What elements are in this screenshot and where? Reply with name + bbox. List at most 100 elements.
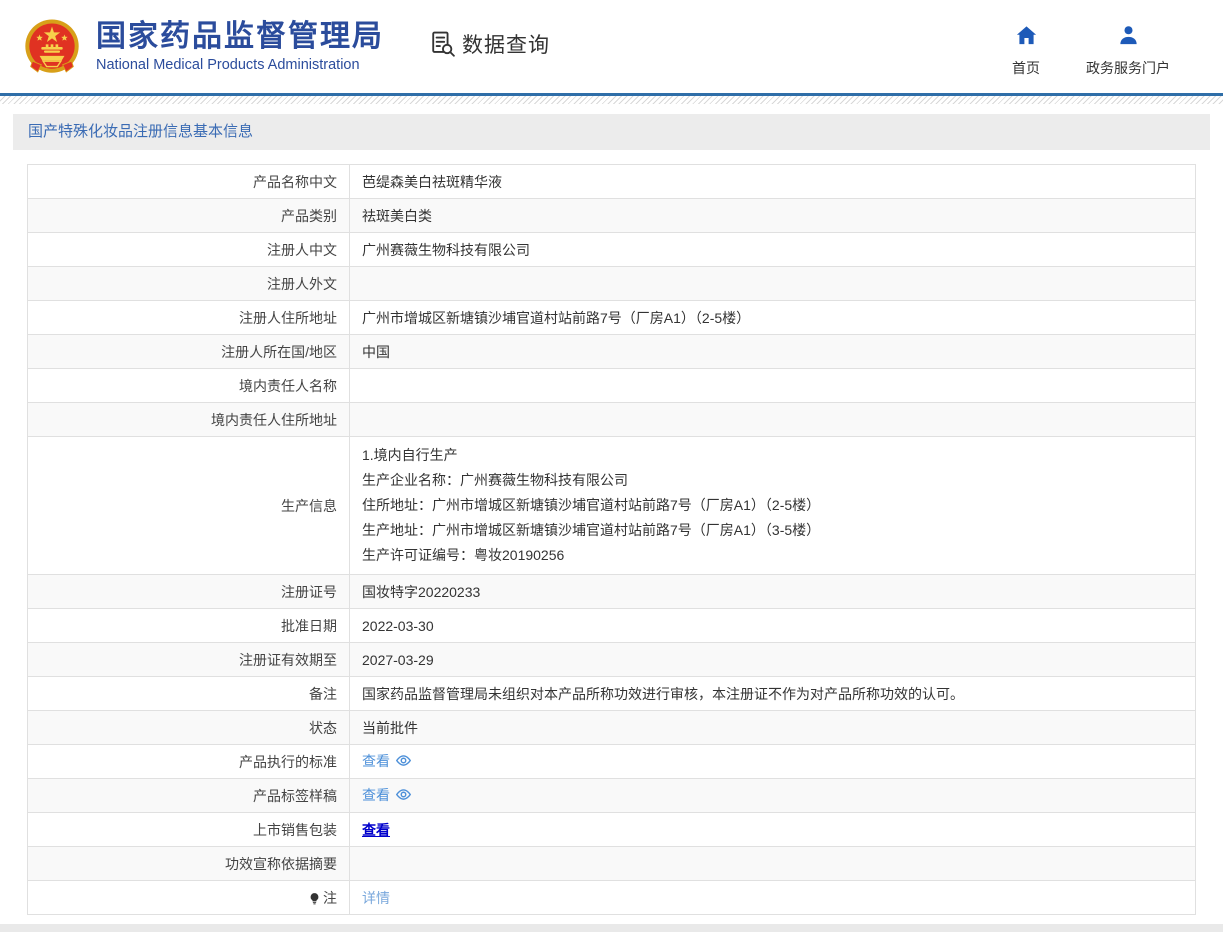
- row-label: 注册人住所地址: [27, 300, 350, 335]
- row-label: 注册人中文: [27, 232, 350, 267]
- nav-item-label: 首页: [1012, 59, 1040, 76]
- row-label: 生产信息: [27, 436, 350, 575]
- row-value: 广州赛薇生物科技有限公司: [349, 232, 1196, 267]
- diagonal-stripe-divider: [0, 96, 1223, 104]
- row-value: 2022-03-30: [349, 608, 1196, 643]
- table-row: 注册证号 国妆特字20220233: [27, 574, 1196, 609]
- row-value-text: 广州赛薇生物科技有限公司: [362, 241, 530, 258]
- row-value: 查看: [349, 778, 1196, 813]
- row-label: 注册人外文: [27, 266, 350, 301]
- eye-icon[interactable]: [395, 786, 412, 806]
- logo-block: 国家药品监督管理局 National Medical Products Admi…: [20, 15, 384, 79]
- bulb-icon: [308, 892, 321, 908]
- org-name-en: National Medical Products Administration: [96, 56, 360, 73]
- table-row: 境内责任人住所地址: [27, 402, 1196, 437]
- row-value: 详情: [349, 880, 1196, 915]
- view-link[interactable]: 查看: [362, 753, 390, 769]
- table-row: 状态 当前批件: [27, 710, 1196, 745]
- row-value-text: 祛斑美白类: [362, 207, 432, 224]
- row-label: 注册证号: [27, 574, 350, 609]
- site-header: 国家药品监督管理局 National Medical Products Admi…: [0, 0, 1223, 93]
- row-value: 2027-03-29: [349, 642, 1196, 677]
- data-query-label: 数据查询: [462, 33, 550, 57]
- row-value-text: 2022-03-30: [362, 617, 434, 634]
- page-title: 国产特殊化妆品注册信息基本信息: [13, 114, 1210, 150]
- row-value: 1.境内自行生产生产企业名称：广州赛薇生物科技有限公司住所地址：广州市增城区新塘…: [349, 436, 1196, 575]
- table-row: 注册人外文: [27, 266, 1196, 301]
- org-names: 国家药品监督管理局 National Medical Products Admi…: [96, 20, 384, 73]
- production-info-line: 生产许可证编号：粤妆20190256: [362, 547, 565, 563]
- row-value-text: 芭缇森美白祛斑精华液: [362, 173, 502, 190]
- content-panel: 国产特殊化妆品注册信息基本信息 产品名称中文 芭缇森美白祛斑精华液 产品类别 祛斑美白…: [13, 114, 1210, 915]
- row-value: [349, 402, 1196, 437]
- footer-band: [0, 924, 1223, 932]
- info-table-body: 产品名称中文 芭缇森美白祛斑精华液 产品类别 祛斑美白类 注册人中文 广州赛薇生物科技有限…: [27, 164, 1196, 915]
- row-label: 境内责任人名称: [27, 368, 350, 403]
- view-link[interactable]: 查看: [362, 787, 390, 803]
- nav-item-home[interactable]: 首页: [1012, 24, 1040, 78]
- eye-icon[interactable]: [395, 752, 412, 772]
- data-query-heading: 数据查询: [429, 29, 550, 59]
- row-value-text: 国家药品监督管理局未组织对本产品所称功效进行审核，本注册证不作为对产品所称功效的…: [362, 685, 964, 702]
- table-row: 产品执行的标准 查看: [27, 744, 1196, 779]
- row-value-text: 广州市增城区新塘镇沙埔官道村站前路7号（厂房A1）（2-5楼）: [362, 309, 751, 326]
- row-label: 产品标签样稿: [27, 778, 350, 813]
- row-label: 上市销售包装: [27, 812, 350, 847]
- table-row: 注册证有效期至 2027-03-29: [27, 642, 1196, 677]
- user-icon: [1117, 24, 1140, 52]
- row-value: 广州市增城区新塘镇沙埔官道村站前路7号（厂房A1）（2-5楼）: [349, 300, 1196, 335]
- row-label: 产品执行的标准: [27, 744, 350, 779]
- table-row: 产品类别 祛斑美白类: [27, 198, 1196, 233]
- table-row: 境内责任人名称: [27, 368, 1196, 403]
- row-value: [349, 266, 1196, 301]
- production-info-line: 1.境内自行生产: [362, 447, 458, 463]
- row-value: 中国: [349, 334, 1196, 369]
- production-info-line: 住所地址：广州市增城区新塘镇沙埔官道村站前路7号（厂房A1）（2-5楼）: [362, 497, 821, 513]
- document-search-icon: [429, 30, 456, 57]
- row-value: 国家药品监督管理局未组织对本产品所称功效进行审核，本注册证不作为对产品所称功效的…: [349, 676, 1196, 711]
- row-label: 注册人所在国/地区: [27, 334, 350, 369]
- row-value-text: 当前批件: [362, 719, 418, 736]
- row-value-text: 国妆特字20220233: [362, 583, 481, 600]
- details-link[interactable]: 详情: [362, 890, 390, 906]
- row-value: 祛斑美白类: [349, 198, 1196, 233]
- table-row: 上市销售包装 查看: [27, 812, 1196, 847]
- table-row: 注册人中文 广州赛薇生物科技有限公司: [27, 232, 1196, 267]
- registration-info-table: 产品名称中文 芭缇森美白祛斑精华液 产品类别 祛斑美白类 注册人中文 广州赛薇生物科技有限…: [27, 164, 1196, 915]
- row-value: 查看: [349, 744, 1196, 779]
- table-row: 注详情: [27, 880, 1196, 915]
- table-row: 注册人住所地址 广州市增城区新塘镇沙埔官道村站前路7号（厂房A1）（2-5楼）: [27, 300, 1196, 335]
- row-label: 功效宣称依据摘要: [27, 846, 350, 881]
- production-info-line: 生产企业名称：广州赛薇生物科技有限公司: [362, 472, 628, 488]
- row-value: 国妆特字20220233: [349, 574, 1196, 609]
- row-label: 注: [27, 880, 350, 915]
- row-value: 查看: [349, 812, 1196, 847]
- table-row: 产品名称中文 芭缇森美白祛斑精华液: [27, 164, 1196, 199]
- nav-item-service-portal[interactable]: 政务服务门户: [1086, 24, 1170, 78]
- view-link-visited[interactable]: 查看: [362, 822, 390, 838]
- nav-item-label: 政务服务门户: [1086, 59, 1170, 76]
- row-value: [349, 368, 1196, 403]
- row-value: [349, 846, 1196, 881]
- table-row: 生产信息 1.境内自行生产 生产企业名称：广州赛薇生物科技有限公司 住所地址：广州市增…: [27, 436, 1196, 575]
- row-value: 当前批件: [349, 710, 1196, 745]
- row-label: 注册证有效期至: [27, 642, 350, 677]
- row-label: 产品类别: [27, 198, 350, 233]
- row-label: 备注: [27, 676, 350, 711]
- table-row: 备注 国家药品监督管理局未组织对本产品所称功效进行审核，本注册证不作为对产品所称功…: [27, 676, 1196, 711]
- table-row: 注册人所在国/地区 中国: [27, 334, 1196, 369]
- header-nav: 首页 政务服务门户: [1012, 16, 1170, 78]
- national-emblem-logo: [20, 15, 84, 79]
- row-label: 境内责任人住所地址: [27, 402, 350, 437]
- production-info-line: 生产地址：广州市增城区新塘镇沙埔官道村站前路7号（厂房A1）（3-5楼）: [362, 522, 821, 538]
- table-row: 产品标签样稿 查看: [27, 778, 1196, 813]
- home-icon: [1015, 24, 1038, 52]
- row-label: 状态: [27, 710, 350, 745]
- table-row: 批准日期 2022-03-30: [27, 608, 1196, 643]
- org-name-zh: 国家药品监督管理局: [96, 20, 384, 54]
- row-label: 批准日期: [27, 608, 350, 643]
- row-value-text: 中国: [362, 343, 390, 360]
- row-value: 芭缇森美白祛斑精华液: [349, 164, 1196, 199]
- table-row: 功效宣称依据摘要: [27, 846, 1196, 881]
- row-label: 产品名称中文: [27, 164, 350, 199]
